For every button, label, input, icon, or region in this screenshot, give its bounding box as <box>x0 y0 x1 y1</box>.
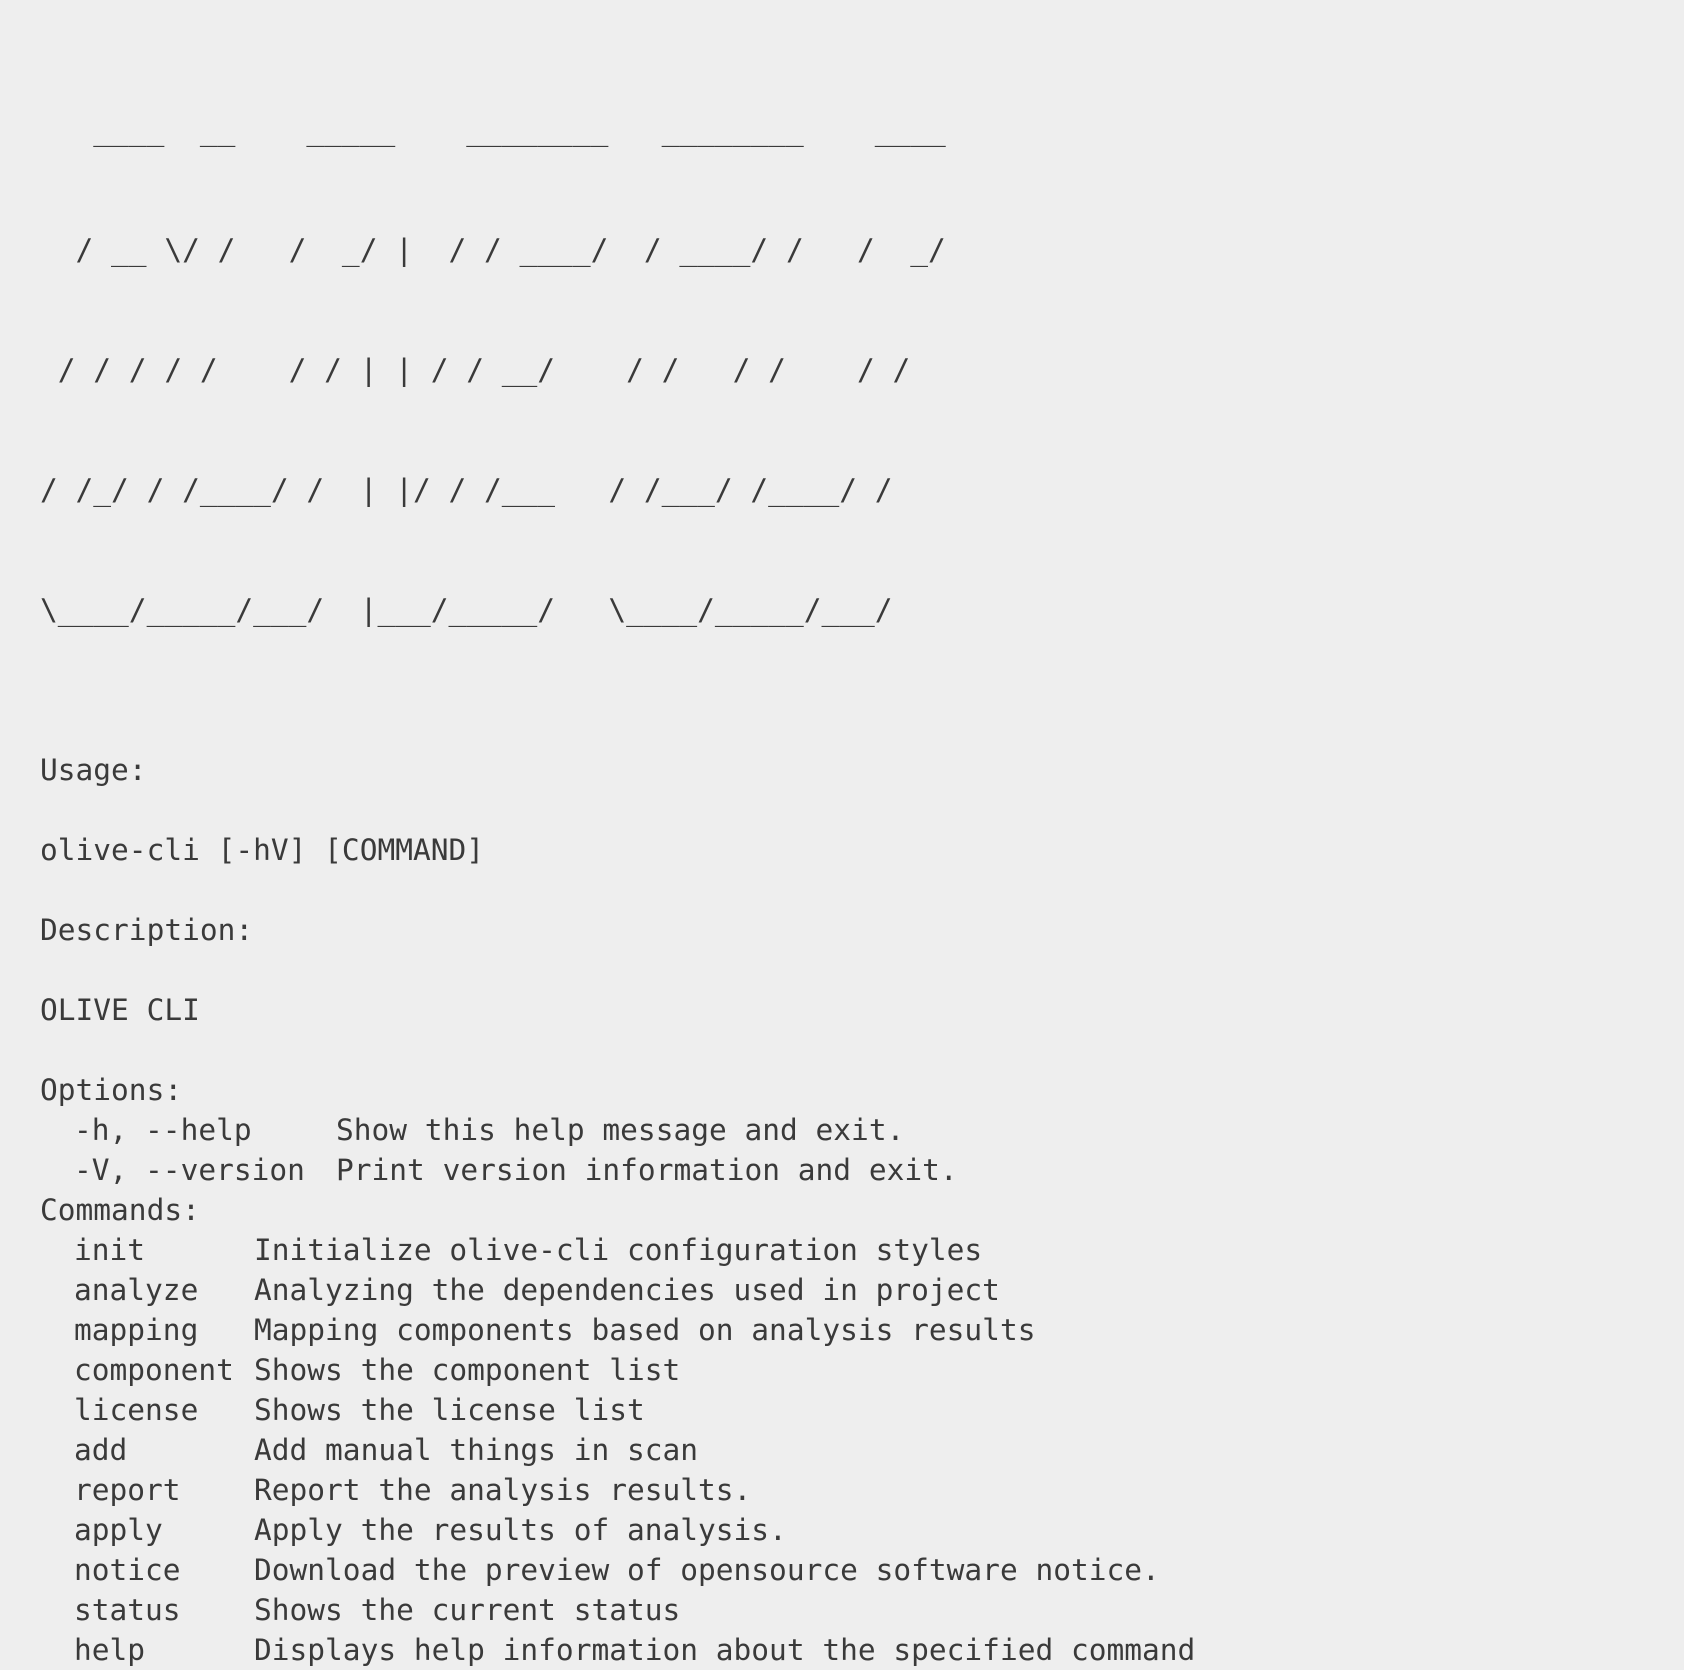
option-description: Print version information and exit. <box>336 1153 958 1187</box>
command-description: Report the analysis results. <box>254 1473 752 1507</box>
banner-line: / /_/ / /____/ / | |/ / /___ / /___/ /__… <box>40 473 946 507</box>
option-name: -h, --help <box>74 1113 252 1147</box>
command-description: Shows the component list <box>254 1353 681 1387</box>
command-name: init <box>74 1233 146 1267</box>
command-row: apply Apply the results of analysis. <box>40 1510 1684 1550</box>
command-name: component <box>74 1353 234 1387</box>
command-name: license <box>74 1393 199 1427</box>
command-name: help <box>74 1633 146 1667</box>
commands-list: init Initialize olive-cli configuration … <box>40 1230 1684 1670</box>
command-name: apply <box>74 1513 163 1547</box>
command-description: Displays help information about the spec… <box>254 1633 1196 1667</box>
options-heading: Options: <box>40 1073 183 1107</box>
option-description: Show this help message and exit. <box>336 1113 905 1147</box>
command-row: init Initialize olive-cli configuration … <box>40 1230 1684 1270</box>
command-row: report Report the analysis results. <box>40 1470 1684 1510</box>
command-description: Mapping components based on analysis res… <box>254 1313 1036 1347</box>
command-row: analyze Analyzing the dependencies used … <box>40 1270 1684 1310</box>
description-heading: Description: <box>40 913 254 947</box>
command-description: Analyzing the dependencies used in proje… <box>254 1273 1000 1307</box>
command-name: add <box>74 1433 128 1467</box>
command-description: Initialize olive-cli configuration style… <box>254 1233 983 1267</box>
usage-text: olive-cli [-hV] [COMMAND] <box>40 833 485 867</box>
banner-line: / / / / / / / | | / / __/ / / / / / / <box>40 353 946 387</box>
command-description: Shows the current status <box>254 1593 681 1627</box>
banner-line: ____ __ _____ ________ ________ ____ <box>40 113 946 147</box>
command-name: analyze <box>74 1273 199 1307</box>
banner-line: \____/_____/___/ |___/_____/ \____/_____… <box>40 593 946 627</box>
command-row: component Shows the component list <box>40 1350 1684 1390</box>
command-name: report <box>74 1473 181 1507</box>
command-name: status <box>74 1593 181 1627</box>
terminal-output: ____ __ _____ ________ ________ ____ / _… <box>0 0 1684 1667</box>
command-row: add Add manual things in scan <box>40 1430 1684 1470</box>
command-description: Add manual things in scan <box>254 1433 699 1467</box>
option-name: -V, --version <box>74 1153 305 1187</box>
usage-heading: Usage: <box>40 753 147 787</box>
commands-heading: Commands: <box>40 1193 200 1227</box>
command-row: license Shows the license list <box>40 1390 1684 1430</box>
command-row: help Displays help information about the… <box>40 1630 1684 1670</box>
command-row: status Shows the current status <box>40 1590 1684 1630</box>
command-name: mapping <box>74 1313 199 1347</box>
description-text: OLIVE CLI <box>40 993 200 1027</box>
ascii-banner: ____ __ _____ ________ ________ ____ / _… <box>40 30 1684 710</box>
command-description: Download the preview of opensource softw… <box>254 1553 1160 1587</box>
option-row: -V, --version Print version information … <box>40 1150 1684 1190</box>
command-name: notice <box>74 1553 181 1587</box>
command-description: Apply the results of analysis. <box>254 1513 787 1547</box>
command-description: Shows the license list <box>254 1393 645 1427</box>
command-row: mapping Mapping components based on anal… <box>40 1310 1684 1350</box>
options-list: -h, --help Show this help message and ex… <box>40 1110 1684 1190</box>
banner-line: / __ \/ / / _/ | / / ____/ / ____/ / / _… <box>40 233 946 267</box>
option-row: -h, --help Show this help message and ex… <box>40 1110 1684 1150</box>
command-row: notice Download the preview of opensourc… <box>40 1550 1684 1590</box>
